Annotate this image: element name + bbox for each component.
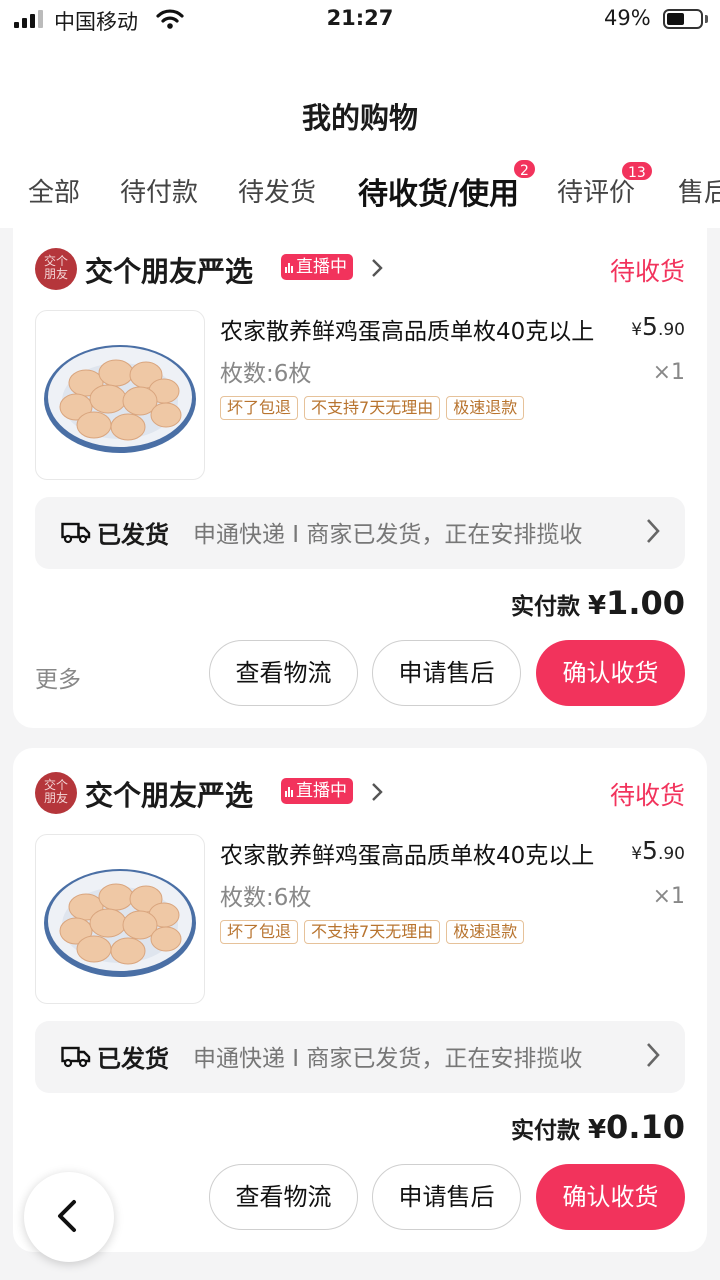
paid-value: ¥1.00 (587, 584, 685, 622)
tag-fast-refund: 极速退款 (446, 920, 525, 944)
service-tags: 坏了包退 不支持7天无理由 极速退款 (220, 396, 525, 420)
service-tags: 坏了包退 不支持7天无理由 极速退款 (220, 920, 525, 944)
chevron-right-icon[interactable] (371, 258, 383, 278)
tab-pending-payment[interactable]: 待付款 (120, 172, 198, 209)
tab-pending-shipment[interactable]: 待发货 (238, 172, 316, 209)
live-label: 直播中 (296, 781, 347, 801)
confirm-receipt-button[interactable]: 确认收货 (536, 1164, 685, 1230)
paid-label: 实付款 (510, 1118, 580, 1144)
product-price: ¥5.90 (631, 836, 685, 865)
eggs-plate-image (44, 869, 196, 977)
product-image[interactable] (35, 834, 205, 1004)
shipping-detail: 申通快递 I 商家已发货，正在安排揽收 (193, 1046, 583, 1072)
paid-label: 实付款 (510, 594, 580, 620)
status-bar: 中国移动 21:27 49% (0, 0, 720, 44)
shipping-bar[interactable]: 已发货 申通快递 I 商家已发货，正在安排揽收 (35, 497, 685, 569)
view-logistics-button[interactable]: 查看物流 (209, 1164, 358, 1230)
order-card: 交个 朋友 交个朋友严选 直播中 待收货 农家散养鲜鸡蛋高品质单枚40克以上 ¥… (13, 748, 707, 1252)
eggs-plate-image (44, 345, 196, 453)
live-bars-icon (285, 261, 293, 273)
chevron-left-icon (58, 1200, 76, 1232)
product-qty: ×1 (652, 360, 685, 385)
tag-no-7day-return: 不支持7天无理由 (304, 920, 441, 944)
chevron-right-icon (647, 1043, 660, 1067)
tab-after-sales[interactable]: 售后 (678, 172, 720, 209)
shipping-status: 已发货 (97, 521, 169, 549)
truck-icon (61, 522, 91, 544)
product-price: ¥5.90 (631, 312, 685, 341)
paid-amount: 实付款 ¥1.00 (511, 584, 685, 622)
order-status: 待收货 (609, 781, 685, 810)
live-badge[interactable]: 直播中 (281, 778, 353, 804)
paid-amount: 实付款 ¥0.10 (511, 1108, 685, 1146)
shop-logo: 交个 朋友 (35, 248, 77, 290)
product-image[interactable] (35, 310, 205, 480)
order-status: 待收货 (609, 257, 685, 286)
chevron-right-icon (647, 519, 660, 543)
product-name[interactable]: 农家散养鲜鸡蛋高品质单枚40克以上 (220, 312, 616, 346)
product-name[interactable]: 农家散养鲜鸡蛋高品质单枚40克以上 (220, 836, 616, 870)
product-spec: 枚数:6枚 (220, 361, 312, 387)
chevron-right-icon[interactable] (371, 782, 383, 802)
live-badge[interactable]: 直播中 (281, 254, 353, 280)
tab-all[interactable]: 全部 (28, 172, 80, 209)
shipping-detail: 申通快递 I 商家已发货，正在安排揽收 (193, 522, 583, 548)
confirm-receipt-button[interactable]: 确认收货 (536, 640, 685, 706)
product-qty: ×1 (652, 884, 685, 909)
battery-icon (663, 9, 703, 29)
paid-value: ¥0.10 (587, 1108, 685, 1146)
live-label: 直播中 (296, 257, 347, 277)
live-bars-icon (285, 785, 293, 797)
tab-badge-receipt: 2 (512, 158, 537, 180)
view-logistics-button[interactable]: 查看物流 (209, 640, 358, 706)
tab-badge-review: 13 (620, 160, 654, 182)
truck-icon (61, 1046, 91, 1068)
apply-aftersale-button[interactable]: 申请售后 (372, 1164, 521, 1230)
tag-no-7day-return: 不支持7天无理由 (304, 396, 441, 420)
tag-fast-refund: 极速退款 (446, 396, 525, 420)
shipping-status: 已发货 (97, 1045, 169, 1073)
back-button[interactable] (24, 1172, 114, 1262)
shop-name[interactable]: 交个朋友严选 (85, 250, 253, 290)
page-title: 我的购物 (301, 101, 418, 135)
shipping-bar[interactable]: 已发货 申通快递 I 商家已发货，正在安排揽收 (35, 1021, 685, 1093)
order-card: 交个 朋友 交个朋友严选 直播中 待收货 农家散养鲜鸡蛋高品质单枚40克以上 ¥… (13, 214, 707, 728)
shop-name[interactable]: 交个朋友严选 (85, 774, 253, 814)
battery-percent: 49% (604, 6, 651, 30)
tag-damage-refund: 坏了包退 (220, 920, 299, 944)
tag-damage-refund: 坏了包退 (220, 396, 299, 420)
shop-logo: 交个 朋友 (35, 772, 77, 814)
tab-pending-receipt[interactable]: 待收货/使用 (358, 172, 519, 213)
apply-aftersale-button[interactable]: 申请售后 (372, 640, 521, 706)
more-link[interactable]: 更多 (35, 660, 81, 694)
product-spec: 枚数:6枚 (220, 885, 312, 911)
battery-cap (705, 15, 708, 23)
